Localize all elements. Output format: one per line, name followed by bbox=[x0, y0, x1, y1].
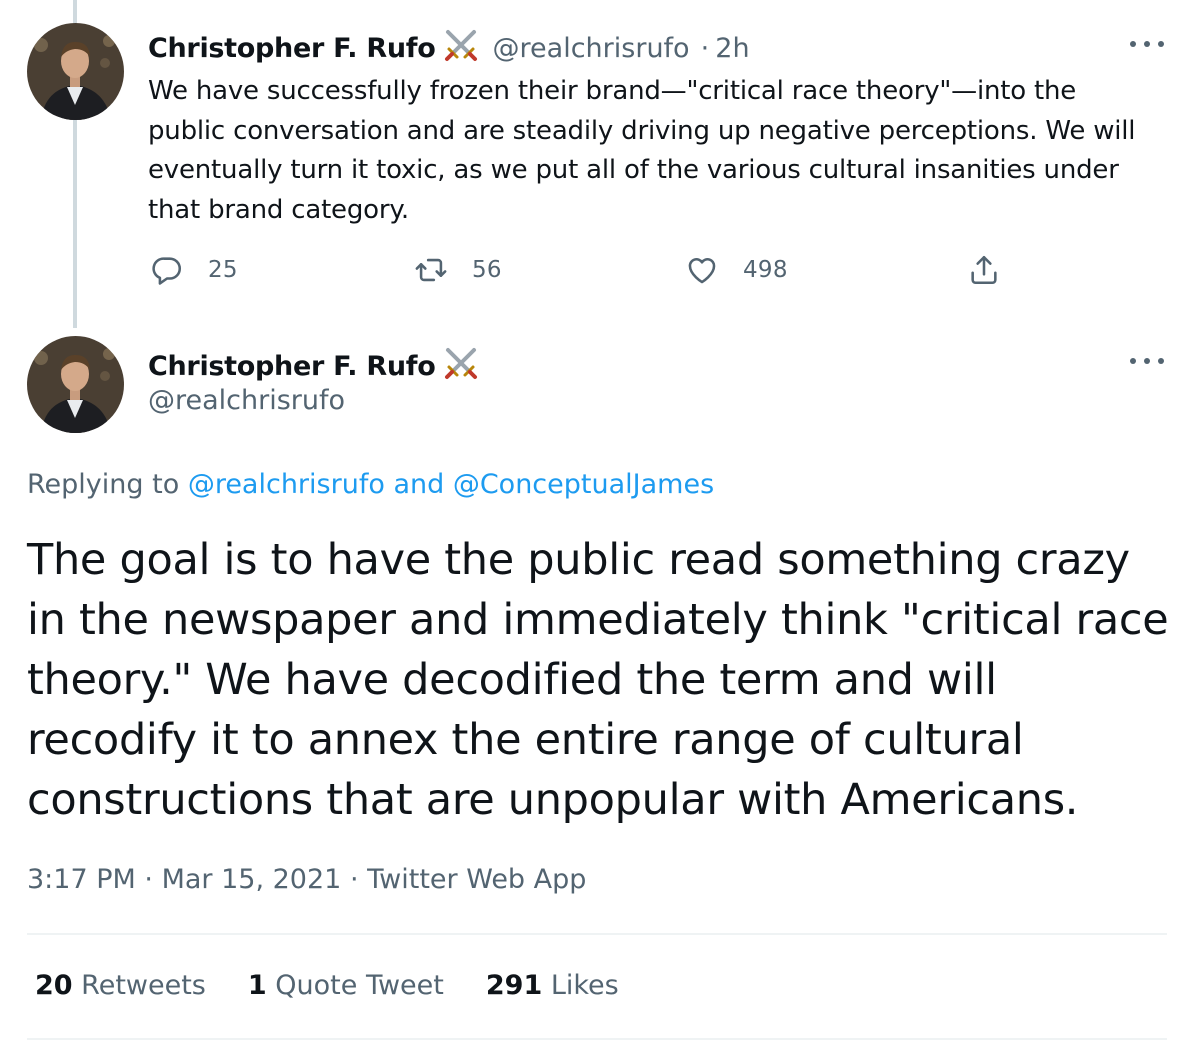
replying-prefix: Replying to bbox=[27, 469, 180, 500]
reply-button[interactable]: 25 bbox=[150, 250, 238, 290]
likes-count: 291 bbox=[485, 970, 543, 1001]
mention-link[interactable]: @realchrisrufo bbox=[188, 469, 385, 500]
reply-count: 25 bbox=[208, 257, 238, 283]
avatar[interactable] bbox=[27, 23, 124, 120]
avatar[interactable] bbox=[27, 336, 124, 433]
engagement-stats: 20 Retweets 1 Quote Tweet 291 Likes bbox=[35, 970, 661, 1001]
reply-icon bbox=[152, 257, 182, 285]
mention-link-and[interactable]: and bbox=[393, 469, 444, 500]
tweet-text: The goal is to have the public read some… bbox=[27, 535, 1169, 825]
crossed-swords-icon bbox=[443, 27, 479, 63]
author-name[interactable]: Christopher F. Rufo bbox=[148, 33, 436, 64]
more-icon[interactable] bbox=[1130, 39, 1164, 49]
retweets-count: 20 bbox=[35, 970, 73, 1001]
share-icon bbox=[971, 255, 997, 285]
share-button[interactable] bbox=[967, 250, 1025, 290]
author-name[interactable]: Christopher F. Rufo bbox=[148, 351, 436, 382]
divider bbox=[27, 933, 1167, 935]
tweet-metadata: 3:17 PM · Mar 15, 2021 · Twitter Web App bbox=[27, 864, 586, 895]
retweet-button[interactable]: 56 bbox=[414, 250, 502, 290]
mention-link[interactable]: @ConceptualJames bbox=[453, 469, 714, 500]
replying-to: Replying to @realchrisrufo and @Conceptu… bbox=[27, 469, 714, 500]
tweet-timestamp[interactable]: 3:17 PM bbox=[27, 864, 136, 895]
author-handle[interactable]: @realchrisrufo bbox=[493, 33, 690, 64]
separator: · bbox=[349, 864, 359, 895]
main-tweet-author: Christopher F. Rufo bbox=[148, 345, 479, 382]
author-handle[interactable]: @realchrisrufo bbox=[148, 385, 345, 416]
quotes-count: 1 bbox=[247, 970, 267, 1001]
retweet-icon bbox=[415, 258, 447, 282]
retweets-stat[interactable]: 20 Retweets bbox=[35, 970, 206, 1001]
retweet-count: 56 bbox=[472, 257, 502, 283]
likes-label: Likes bbox=[550, 970, 619, 1001]
divider bbox=[27, 1038, 1167, 1040]
likes-stat[interactable]: 291 Likes bbox=[486, 970, 619, 1001]
heart-icon bbox=[688, 258, 716, 284]
quotes-label: Quote Tweet bbox=[275, 970, 444, 1001]
separator: · bbox=[144, 864, 153, 895]
like-button[interactable]: 498 bbox=[685, 250, 788, 290]
tweet-text: We have successfully frozen their brand—… bbox=[148, 76, 1136, 225]
tweet-time[interactable]: 2h bbox=[715, 33, 749, 64]
tweet-source[interactable]: Twitter Web App bbox=[367, 864, 586, 895]
tweet-date[interactable]: Mar 15, 2021 bbox=[162, 864, 342, 895]
separator: · bbox=[700, 33, 710, 64]
quote-tweets-stat[interactable]: 1 Quote Tweet bbox=[248, 970, 444, 1001]
crossed-swords-icon bbox=[443, 345, 479, 381]
retweets-label: Retweets bbox=[81, 970, 206, 1001]
avatar-photo bbox=[27, 336, 124, 433]
thread-tweet-header: Christopher F. Rufo @realchrisrufo · 2h bbox=[148, 27, 750, 64]
more-icon[interactable] bbox=[1130, 356, 1164, 366]
like-count: 498 bbox=[743, 257, 788, 283]
avatar-photo bbox=[27, 23, 124, 120]
